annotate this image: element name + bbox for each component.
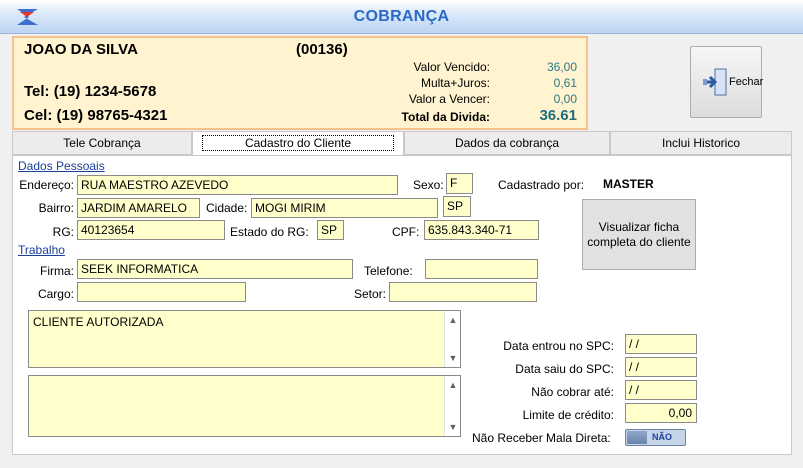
tab-dados-cobranca[interactable]: Dados da cobrança (404, 131, 610, 155)
valor-vencido-label: Valor Vencido: (413, 60, 491, 74)
cpf-field[interactable]: 635.843.340-71 (424, 220, 539, 240)
historico-memo[interactable] (28, 375, 461, 437)
cargo-label: Cargo: (37, 287, 74, 301)
close-button-label: Fechar (729, 76, 764, 88)
nao-cobrar-label: Não cobrar até: (531, 385, 614, 399)
visualizar-ficha-button[interactable]: Visualizar ficha completa do cliente (582, 199, 696, 270)
chevron-up-icon[interactable]: ▲ (445, 378, 461, 392)
rg-label: RG: (52, 225, 74, 239)
spc-saiu-field[interactable]: / / (625, 357, 697, 377)
chevron-down-icon[interactable]: ▼ (445, 420, 461, 434)
historico-scrollbar[interactable]: ▲ ▼ (444, 376, 460, 436)
cidade-field[interactable]: MOGI MIRIM (251, 198, 438, 218)
endereco-label: Endereço: (19, 178, 74, 192)
tab-tele-cobranca[interactable]: Tele Cobrança (12, 131, 192, 155)
valor-a-vencer-label: Valor a Vencer: (408, 92, 490, 106)
cadastrado-por-value: MASTER (603, 177, 654, 191)
tab-cadastro-cliente[interactable]: Cadastro do Cliente (192, 131, 404, 156)
sexo-label: Sexo: (413, 178, 444, 192)
estado-rg-field[interactable]: SP (317, 220, 344, 240)
toggle-value: NÃO (652, 432, 672, 442)
total-divida-value: 36.61 (539, 107, 577, 124)
mala-direta-label: Não Receber Mala Direta: (472, 431, 611, 445)
setor-label: Setor: (354, 287, 387, 301)
spc-entrou-label: Data entrou no SPC: (503, 339, 614, 353)
spc-saiu-label: Data saiu do SPC: (515, 362, 614, 376)
client-code: (00136) (296, 41, 348, 58)
cidade-label: Cidade: (206, 201, 248, 215)
multa-juros-label: Multa+Juros: (420, 76, 490, 90)
spc-entrou-field[interactable]: / / (625, 334, 697, 354)
client-tel: Tel: (19) 1234-5678 (24, 83, 157, 100)
firma-field[interactable]: SEEK INFORMATICA (77, 259, 353, 279)
cargo-field[interactable] (77, 282, 246, 302)
multa-juros-value: 0,61 (553, 76, 577, 90)
window-title: COBRANÇA (353, 8, 450, 25)
bairro-field[interactable]: JARDIM AMARELO (77, 198, 200, 218)
setor-field[interactable] (389, 282, 537, 302)
exit-door-icon (703, 68, 727, 96)
observacao-memo[interactable]: CLIENTE AUTORIZADA (28, 310, 461, 368)
debtor-summary-panel: JOAO DA SILVA (00136) Tel: (19) 1234-567… (12, 36, 588, 130)
uf-field[interactable]: SP (443, 196, 471, 217)
sexo-field[interactable]: F (446, 173, 473, 194)
client-cel: Cel: (19) 98765-4321 (24, 107, 168, 124)
section-trabalho: Trabalho (18, 243, 65, 257)
cpf-label: CPF: (392, 225, 420, 239)
valor-vencido-value: 36,00 (546, 60, 577, 74)
tab-cadastro-cliente-label: Cadastro do Cliente (201, 135, 395, 151)
title-bar: COBRANÇA (0, 0, 803, 34)
firma-label: Firma: (40, 264, 74, 278)
chevron-up-icon[interactable]: ▲ (445, 313, 461, 327)
telefone-field[interactable] (425, 259, 538, 279)
mala-direta-toggle[interactable]: NÃO (625, 429, 686, 446)
valor-a-vencer-value: 0,00 (553, 92, 577, 106)
section-dados-pessoais: Dados Pessoais (18, 159, 105, 173)
observacao-scrollbar[interactable]: ▲ ▼ (444, 311, 460, 367)
chevron-down-icon[interactable]: ▼ (445, 351, 461, 365)
estado-rg-label: Estado do RG: (230, 225, 309, 239)
toggle-knob (627, 431, 647, 444)
tab-inclui-historico[interactable]: Inclui Historico (610, 131, 792, 155)
total-divida-label: Total da Divida: (401, 110, 490, 124)
endereco-field[interactable]: RUA MAESTRO AZEVEDO (77, 175, 398, 195)
limite-credito-field[interactable]: 0,00 (625, 403, 697, 423)
client-name: JOAO DA SILVA (24, 41, 138, 58)
close-button[interactable]: Fechar (690, 46, 764, 118)
rg-field[interactable]: 40123654 (77, 220, 225, 240)
cadastrado-por-label: Cadastrado por: (498, 178, 585, 192)
observacao-text: CLIENTE AUTORIZADA (33, 315, 164, 329)
limite-credito-label: Limite de crédito: (522, 408, 614, 422)
telefone-label: Telefone: (364, 264, 413, 278)
bairro-label: Bairro: (38, 201, 74, 215)
nao-cobrar-field[interactable]: / / (625, 380, 697, 400)
